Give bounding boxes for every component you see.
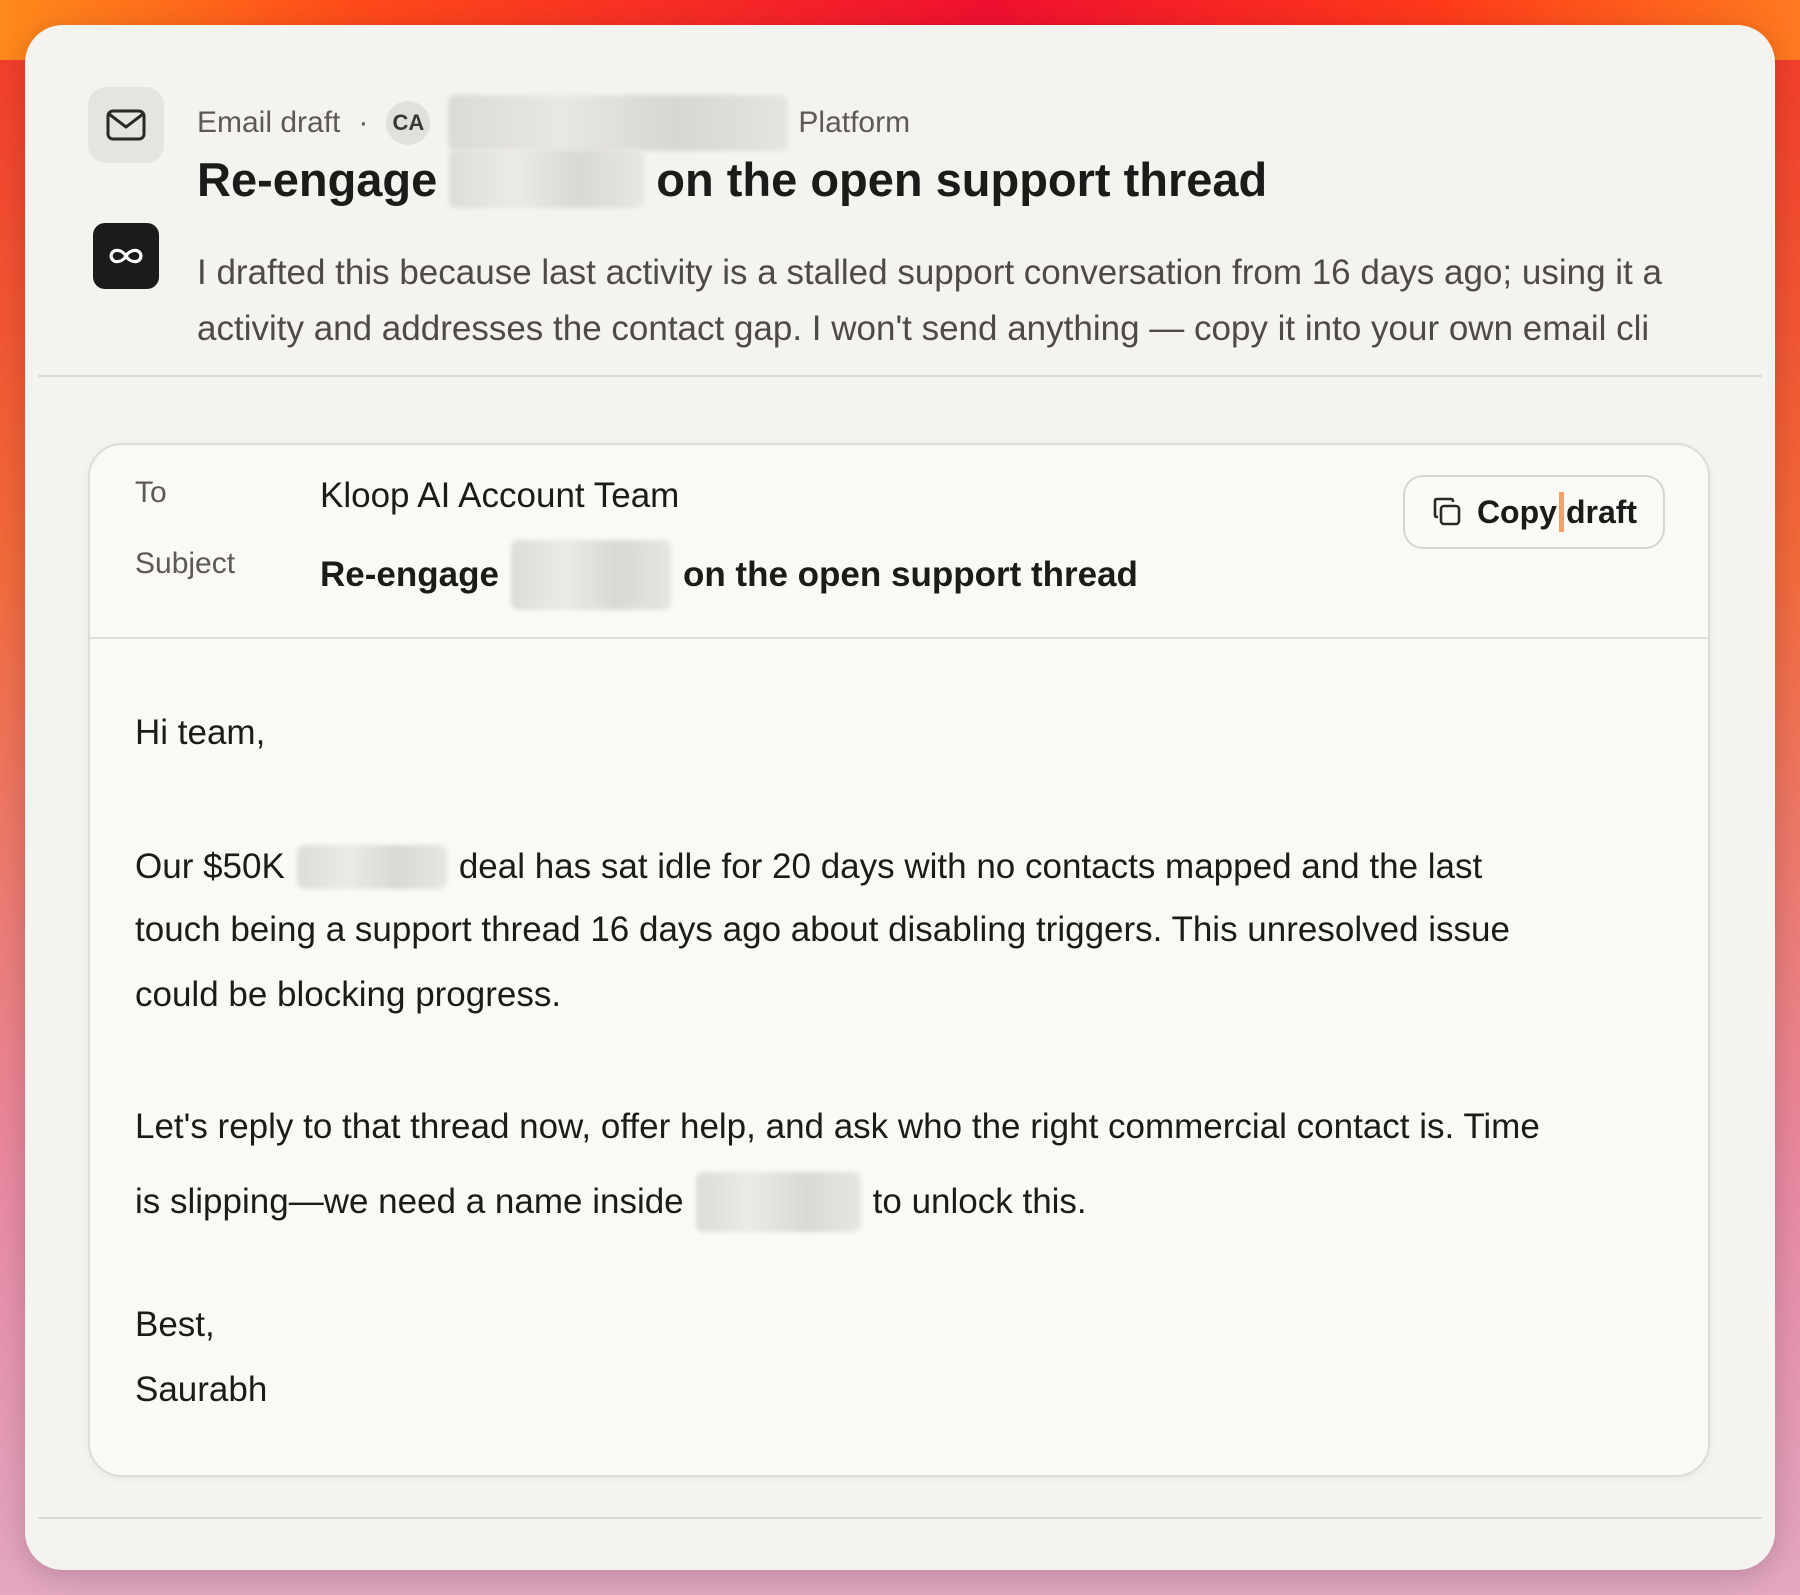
draft-reasoning: I drafted this because last activity is … [197,245,1775,357]
email-signoff: Best, [135,1305,215,1344]
subject-suffix: on the open support thread [682,555,1138,594]
copy-draft-button[interactable]: Copy draft [1403,475,1665,549]
infinity-icon [93,223,159,289]
email-greeting: Hi team, [135,713,266,752]
copy-button-label-2: draft [1565,493,1638,530]
p1-l1-suffix: deal has sat idle for 20 days with no co… [458,847,1483,886]
reasoning-line-1: I drafted this because last activity is … [197,253,1662,292]
page-title: Re-engage on the open support thread [197,150,1267,208]
org-name-suffix: Platform [798,106,911,139]
p2-l2-prefix: is slipping—we need a name inside [135,1182,684,1221]
subject-prefix: Re-engage [320,555,499,594]
email-signature: Saurabh [135,1370,268,1409]
mail-icon [88,87,164,163]
to-label: To [135,476,167,509]
subject-value: Re-engage on the open support thread [320,540,1138,610]
draft-meta: Email draft · CA Platform [197,95,911,151]
email-body-p1-line1: Our $50K deal has sat idle for 20 days w… [135,845,1482,889]
email-card: To Kloop AI Account Team Subject Re-enga… [88,443,1710,1477]
email-body-p2-line2: is slipping—we need a name inside to unl… [135,1172,1087,1232]
card-header-divider [90,637,1708,639]
copy-icon [1433,497,1461,526]
redacted-company-name [449,150,645,208]
redacted-company-name [296,845,447,889]
email-body-p1-line3: could be blocking progress. [135,975,562,1014]
section-divider-top [38,375,1762,377]
draft-type-label: Email draft [197,106,341,139]
meta-separator: · [358,106,369,139]
section-divider-bottom [38,1517,1762,1519]
text-cursor [1558,492,1564,532]
email-body-p2-line1: Let's reply to that thread now, offer he… [135,1107,1540,1146]
p1-l1-prefix: Our $50K [135,847,285,886]
title-prefix: Re-engage [197,152,438,206]
title-suffix: on the open support thread [656,152,1268,206]
copy-button-label-1: Copy [1476,493,1557,530]
email-body-p1-line2: touch being a support thread 16 days ago… [135,910,1510,949]
redacted-org-name [448,95,789,151]
reasoning-line-2: activity and addresses the contact gap. … [197,309,1650,348]
email-draft-panel: Email draft · CA Platform Re-engage on t… [25,25,1775,1570]
to-value: Kloop AI Account Team [320,476,680,515]
org-avatar: CA [386,101,431,145]
redacted-company-name [695,1172,861,1232]
p2-l2-suffix: to unlock this. [872,1182,1087,1221]
redacted-company-name [510,540,671,610]
subject-label: Subject [135,547,236,580]
